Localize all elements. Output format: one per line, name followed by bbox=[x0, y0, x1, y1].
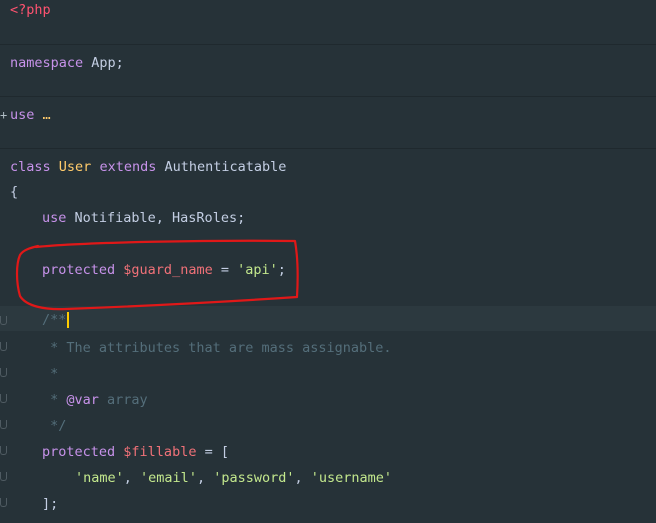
code-line-fillable: protected $fillable = [ bbox=[0, 440, 656, 466]
class-keyword: class bbox=[10, 159, 51, 175]
namespace-name: App; bbox=[83, 55, 124, 71]
use-traits-keyword: use bbox=[42, 210, 67, 226]
fillable-variable: $fillable bbox=[123, 444, 197, 460]
open-brace: { bbox=[10, 184, 19, 200]
code-line-use-traits: use Notifiable, HasRoles; bbox=[0, 206, 656, 232]
doc-comment-blank: * bbox=[42, 366, 59, 382]
code-line-use-folded: + use … bbox=[0, 96, 656, 130]
code-line-doc-open: /** bbox=[0, 306, 656, 331]
doc-var-tag: @var bbox=[66, 392, 99, 408]
fold-gutter-icon bbox=[0, 420, 7, 429]
code-line-class-declaration: class User extends Authenticatable bbox=[0, 148, 656, 182]
doc-var-type: array bbox=[98, 392, 148, 408]
doc-comment-open: /** bbox=[42, 312, 67, 328]
fillable-protected-keyword: protected bbox=[42, 444, 116, 460]
fillable-item-password: 'password' bbox=[213, 470, 295, 486]
code-line-doc-1: * The attributes that are mass assignabl… bbox=[0, 336, 656, 362]
code-line-guard-name: protected $guard_name = 'api'; bbox=[0, 258, 656, 284]
array-close: ]; bbox=[42, 496, 59, 512]
fold-gutter-icon[interactable] bbox=[0, 446, 7, 455]
doc-comment-close: */ bbox=[42, 418, 67, 434]
code-line-doc-2: * bbox=[0, 362, 656, 388]
guard-semicolon: ; bbox=[277, 262, 286, 278]
namespace-keyword: namespace bbox=[10, 55, 84, 71]
folded-imports-ellipsis[interactable]: … bbox=[34, 107, 51, 123]
code-line-array-close: ]; bbox=[0, 492, 656, 518]
traits-list: Notifiable, HasRoles; bbox=[66, 210, 246, 226]
php-open-tag: <?php bbox=[10, 2, 51, 18]
fold-marker-icon[interactable] bbox=[0, 316, 7, 325]
code-line-doc-3: * @var array bbox=[0, 388, 656, 414]
code-line-1: <?php bbox=[0, 0, 656, 26]
comma: , bbox=[294, 470, 311, 486]
fold-gutter-icon bbox=[0, 394, 7, 403]
doc-comment-star: * bbox=[42, 392, 67, 408]
text-cursor bbox=[67, 312, 70, 328]
code-line-namespace: namespace App; bbox=[0, 44, 656, 78]
code-line-open-brace: { bbox=[0, 180, 656, 206]
comma: , bbox=[196, 470, 214, 486]
extends-keyword: extends bbox=[99, 159, 157, 175]
guard-name-value: 'api' bbox=[237, 262, 278, 278]
guard-protected-keyword: protected bbox=[42, 262, 116, 278]
fold-gutter-icon bbox=[0, 472, 7, 481]
code-line-doc-close: */ bbox=[0, 414, 656, 440]
guard-assign-operator: = bbox=[212, 262, 238, 278]
code-editor[interactable]: <?php namespace App; + use … class User … bbox=[0, 0, 656, 523]
doc-comment-text: * The attributes that are mass assignabl… bbox=[42, 340, 392, 356]
class-name: User bbox=[58, 159, 92, 175]
fillable-assign: = [ bbox=[196, 444, 229, 460]
expand-fold-icon[interactable]: + bbox=[0, 105, 7, 125]
fillable-item-username: 'username' bbox=[310, 470, 393, 486]
fold-gutter-icon[interactable] bbox=[0, 498, 7, 507]
code-line-fillable-values: 'name', 'email', 'password', 'username' bbox=[0, 466, 656, 492]
fillable-item-name: 'name' bbox=[75, 470, 124, 486]
fillable-item-email: 'email' bbox=[140, 470, 197, 486]
comma: , bbox=[123, 470, 141, 486]
fold-gutter-icon bbox=[0, 368, 7, 377]
parent-class-name: Authenticatable bbox=[164, 159, 287, 175]
use-keyword: use bbox=[10, 107, 35, 123]
fold-gutter-icon bbox=[0, 342, 7, 351]
guard-name-variable: $guard_name bbox=[123, 262, 213, 278]
